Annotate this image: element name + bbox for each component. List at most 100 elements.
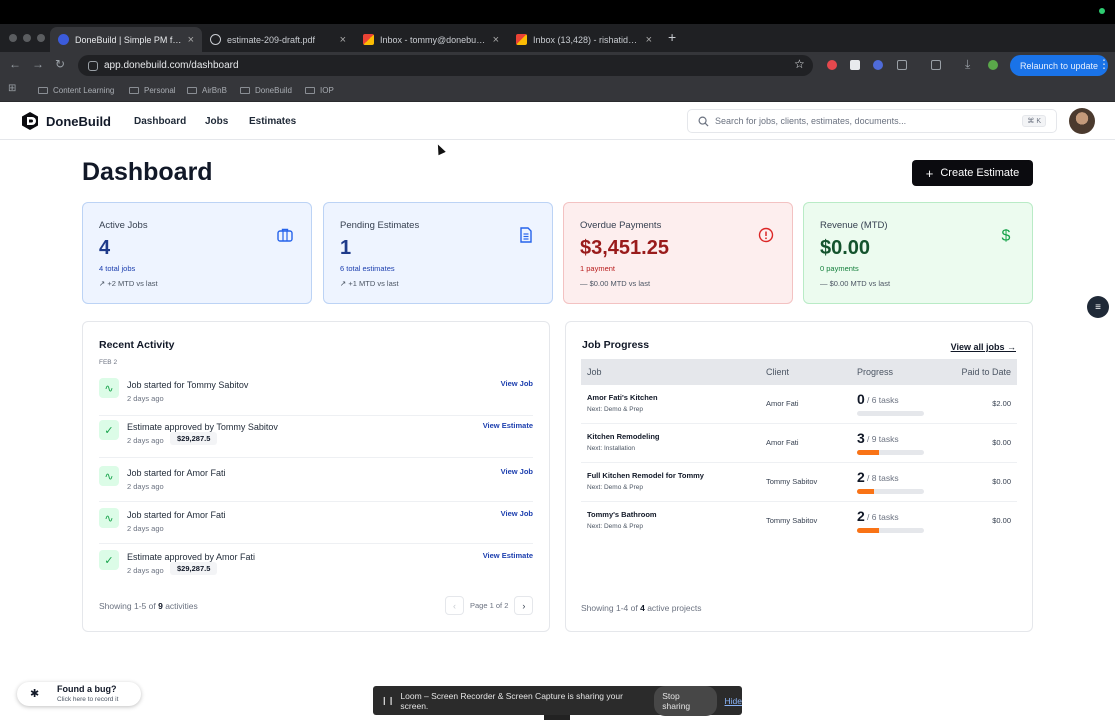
nav-estimates[interactable]: Estimates [249,116,296,127]
download-icon[interactable]: ⤓ [965,57,970,72]
activity-time: 2 days ago [127,566,164,575]
close-icon[interactable]: × [646,34,652,46]
folder-icon [187,87,197,94]
stat-label: Overdue Payments [580,220,662,231]
column-header-progress: Progress [857,367,894,377]
brand-logo[interactable]: DoneBuild [20,111,111,131]
close-icon[interactable]: × [340,34,346,46]
hide-button[interactable]: Hide [725,696,742,706]
bookmarks-bar: ⊞ Content Learning Personal AirBnB DoneB… [0,78,1115,102]
bookmark-star-icon[interactable]: ☆ [794,57,805,71]
chevron-right-icon[interactable]: › [514,596,534,615]
card-title: Job Progress [582,339,650,351]
progress-fill [857,489,874,494]
check-circle-icon: ✓ [99,550,119,570]
view-estimate-link[interactable]: View Estimate [483,421,533,430]
activity-title: Estimate approved by Amor Fati [127,552,256,562]
stat-card-pending-estimates[interactable]: Pending Estimates 1 6 total estimates ↗ … [323,202,553,304]
job-name: Kitchen Remodeling [587,432,660,441]
sidepanel-icon[interactable] [931,60,941,70]
document-icon [520,227,532,243]
window-close-dot-icon[interactable] [9,34,17,42]
extension-icon[interactable] [873,60,883,70]
bookmark-folder[interactable]: AirBnB [187,86,227,95]
view-job-link[interactable]: View Job [501,467,533,476]
table-row[interactable]: Kitchen Remodeling Next: Installation Am… [581,424,1017,463]
browser-tab[interactable]: Inbox - tommy@donebuild.co × [355,27,507,52]
table-row[interactable]: Amor Fati's Kitchen Next: Demo & Prep Am… [581,385,1017,424]
browser-tab[interactable]: estimate-209-draft.pdf × [202,27,354,52]
view-estimate-link[interactable]: View Estimate [483,551,533,560]
close-icon[interactable]: × [188,34,194,46]
extension-icon[interactable] [850,60,860,70]
folder-icon [129,87,139,94]
job-next-step: Next: Installation [587,445,636,452]
url-input[interactable]: app.donebuild.com/dashboard [78,55,813,76]
stat-card-revenue[interactable]: Revenue (MTD) $0.00 0 payments — $0.00 M… [803,202,1033,304]
view-job-link[interactable]: View Job [501,509,533,518]
paid-to-date: $2.00 [992,399,1011,408]
stat-label: Pending Estimates [340,220,420,231]
side-panel-toggle-icon[interactable]: ≡ [1087,296,1109,318]
paid-to-date: $0.00 [992,516,1011,525]
window-zoom-dot-icon[interactable] [37,34,45,42]
status-dot-icon [1099,8,1105,14]
bookmark-folder[interactable]: IOP [305,86,334,95]
stat-label: Active Jobs [99,220,148,231]
view-all-jobs-link[interactable]: View all jobs → [951,342,1016,352]
nav-dashboard[interactable]: Dashboard [134,116,186,127]
close-icon[interactable]: × [493,34,499,46]
relaunch-button[interactable]: Relaunch to update [1010,55,1108,76]
back-arrow-icon[interactable]: ← [9,57,21,71]
apps-grid-icon[interactable]: ⊞ [8,83,16,94]
view-job-link[interactable]: View Job [501,379,533,388]
more-vertical-icon[interactable]: ⋮ [1098,57,1110,71]
stat-label: Revenue (MTD) [820,220,888,231]
create-estimate-button[interactable]: + Create Estimate [912,160,1033,186]
search-input[interactable]: Search for jobs, clients, estimates, doc… [687,109,1057,133]
site-info-icon[interactable] [88,60,98,71]
search-shortcut-hint: ⌘ K [1022,115,1046,127]
reload-icon[interactable]: ↻ [55,57,65,71]
job-client: Tommy Sabitov [766,477,818,486]
bookmark-folder[interactable]: Content Learning [38,86,114,95]
stop-sharing-button[interactable]: Stop sharing [654,685,717,716]
stat-card-active-jobs[interactable]: Active Jobs 4 4 total jobs ↗ +2 MTD vs l… [82,202,312,304]
stat-subtext: 6 total estimates [340,264,395,273]
avatar[interactable] [1069,108,1095,134]
bookmark-folder[interactable]: Personal [129,86,176,95]
forward-arrow-icon[interactable]: → [32,57,44,71]
bug-subtitle: Click here to record it [57,696,119,703]
url-text: app.donebuild.com/dashboard [104,60,239,71]
window-minimize-dot-icon[interactable] [23,34,31,42]
job-name: Full Kitchen Remodel for Tommy [587,471,704,480]
stat-card-overdue-payments[interactable]: Overdue Payments $3,451.25 1 payment — $… [563,202,793,304]
date-header: FEB 2 [99,359,118,366]
projects-count-text: Showing 1-4 of 4 active projects [581,603,702,613]
bookmark-folder[interactable]: DoneBuild [240,86,292,95]
job-next-step: Next: Demo & Prep [587,523,643,530]
report-bug-button[interactable]: ✱ Found a bug? Click here to record it [17,682,141,706]
stat-subtext: 1 payment [580,264,616,273]
new-tab-button[interactable]: + [668,29,676,45]
nav-jobs[interactable]: Jobs [205,116,228,127]
stat-value: $3,451.25 [580,237,669,259]
column-header-paid: Paid to Date [961,367,1011,377]
folder-icon [38,87,48,94]
stat-subtext: 0 payments [820,264,859,273]
table-row[interactable]: Tommy's Bathroom Next: Demo & Prep Tommy… [581,502,1017,541]
drag-handle-icon[interactable]: ❙❙ [381,696,394,705]
profile-icon[interactable] [988,60,998,70]
browser-tab[interactable]: DoneBuild | Simple PM for Re × [50,27,202,52]
stat-subtext: 4 total jobs [99,264,136,273]
search-placeholder: Search for jobs, clients, estimates, doc… [715,116,907,126]
stat-trend: — $0.00 MTD vs last [580,279,650,288]
app-header: DoneBuild Dashboard Jobs Estimates Searc… [0,102,1115,140]
job-client: Tommy Sabitov [766,516,818,525]
puzzle-icon[interactable] [897,60,907,70]
chevron-left-icon[interactable]: ‹ [445,596,464,615]
browser-tab[interactable]: Inbox (13,428) - rishatid7@g × [508,27,660,52]
divider [99,501,533,502]
table-row[interactable]: Full Kitchen Remodel for Tommy Next: Dem… [581,463,1017,502]
extension-icon[interactable] [827,60,837,70]
